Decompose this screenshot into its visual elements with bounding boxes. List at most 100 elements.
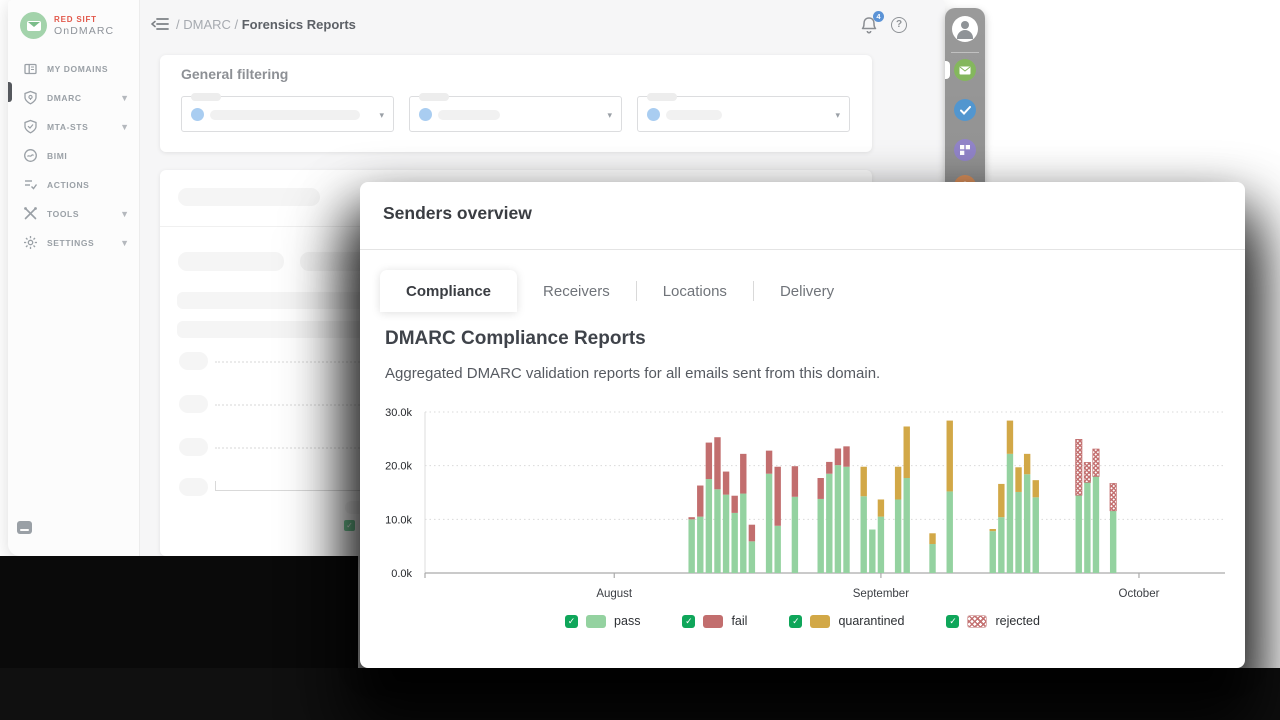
breadcrumb-prefix[interactable]: / DMARC / xyxy=(176,17,242,32)
app-icon-oninbox[interactable] xyxy=(954,99,976,121)
collapse-sidebar-icon[interactable] xyxy=(151,17,169,31)
bar-segment-quarantined[interactable] xyxy=(929,533,935,544)
bar-segment-fail[interactable] xyxy=(792,466,798,497)
whats-new-icon[interactable] xyxy=(17,521,32,534)
hidden-legend-checkbox[interactable]: ✓ xyxy=(344,520,355,531)
bar-segment-pass[interactable] xyxy=(947,491,953,573)
svg-text:0.0k: 0.0k xyxy=(391,568,412,580)
bar-segment-pass[interactable] xyxy=(817,499,823,573)
tab-delivery[interactable]: Delivery xyxy=(754,270,860,312)
bar-segment-rejected[interactable] xyxy=(1076,439,1082,495)
sidebar-item-dmarc[interactable]: DMARC▼ xyxy=(8,83,139,112)
bar-segment-pass[interactable] xyxy=(861,496,867,573)
bar-segment-pass[interactable] xyxy=(869,530,875,573)
bar-segment-pass[interactable] xyxy=(929,544,935,573)
bar-segment-fail[interactable] xyxy=(740,454,746,494)
bar-segment-fail[interactable] xyxy=(723,472,729,495)
bar-segment-pass[interactable] xyxy=(826,474,832,573)
bar-segment-fail[interactable] xyxy=(774,467,780,526)
active-app-notch xyxy=(945,61,950,79)
bar-segment-pass[interactable] xyxy=(843,467,849,573)
bar-segment-pass[interactable] xyxy=(904,478,910,573)
dmarc-icon xyxy=(23,90,38,105)
bar-segment-fail[interactable] xyxy=(714,437,720,489)
bar-segment-quarantined[interactable] xyxy=(1024,454,1030,474)
bar-segment-pass[interactable] xyxy=(731,513,737,573)
chevron-down-icon: ▾ xyxy=(835,110,840,121)
bar-segment-quarantined[interactable] xyxy=(1015,467,1021,492)
bar-segment-rejected[interactable] xyxy=(1093,449,1099,476)
bar-segment-pass[interactable] xyxy=(1076,495,1082,573)
bar-segment-pass[interactable] xyxy=(723,495,729,573)
user-avatar[interactable] xyxy=(952,16,978,42)
bar-segment-quarantined[interactable] xyxy=(861,467,867,497)
bar-segment-quarantined[interactable] xyxy=(904,426,910,478)
bar-segment-pass[interactable] xyxy=(1093,476,1099,573)
help-icon[interactable]: ? xyxy=(891,17,907,33)
bar-segment-pass[interactable] xyxy=(990,531,996,573)
bar-segment-fail[interactable] xyxy=(835,448,841,465)
bar-segment-pass[interactable] xyxy=(774,526,780,573)
legend-checkbox-quarantined[interactable]: ✓ xyxy=(789,615,802,628)
bar-segment-pass[interactable] xyxy=(714,489,720,573)
bar-segment-fail[interactable] xyxy=(843,446,849,466)
app-icon-ondmarc[interactable] xyxy=(954,59,976,81)
filter-select-2[interactable]: ▾ xyxy=(409,96,622,132)
tab-locations[interactable]: Locations xyxy=(637,270,753,312)
bar-segment-pass[interactable] xyxy=(688,519,694,573)
bar-segment-quarantined[interactable] xyxy=(1033,480,1039,497)
bar-segment-pass[interactable] xyxy=(1015,492,1021,573)
bar-segment-fail[interactable] xyxy=(817,478,823,499)
breadcrumb[interactable]: / DMARC / Forensics Reports xyxy=(176,17,356,32)
bar-segment-pass[interactable] xyxy=(766,474,772,573)
sidebar-item-label: ACTIONS xyxy=(47,180,89,190)
bar-segment-rejected[interactable] xyxy=(1110,483,1116,510)
bar-segment-quarantined[interactable] xyxy=(990,529,996,531)
bar-segment-pass[interactable] xyxy=(706,479,712,573)
filter-select-3[interactable]: ▾ xyxy=(637,96,850,132)
bar-segment-pass[interactable] xyxy=(1024,474,1030,573)
bar-segment-fail[interactable] xyxy=(697,486,703,517)
filter-select-1[interactable]: ▾ xyxy=(181,96,394,132)
bar-segment-pass[interactable] xyxy=(835,465,841,573)
bar-segment-fail[interactable] xyxy=(749,525,755,542)
app-icon-purple[interactable] xyxy=(954,139,976,161)
tab-receivers[interactable]: Receivers xyxy=(517,270,636,312)
bar-segment-fail[interactable] xyxy=(766,451,772,474)
bar-segment-pass[interactable] xyxy=(749,541,755,573)
bar-segment-quarantined[interactable] xyxy=(895,467,901,500)
bar-segment-rejected[interactable] xyxy=(1084,462,1090,482)
bar-segment-fail[interactable] xyxy=(731,496,737,513)
notifications-button[interactable]: 4 xyxy=(858,15,880,37)
app-logo[interactable]: RED SIFT OnDMARC xyxy=(20,12,114,39)
bar-segment-pass[interactable] xyxy=(878,517,884,573)
bar-segment-pass[interactable] xyxy=(1007,454,1013,573)
sidebar-item-tools[interactable]: TOOLS▼ xyxy=(8,199,139,228)
bar-segment-pass[interactable] xyxy=(740,494,746,573)
filter-avatar-dot xyxy=(419,108,432,121)
bar-segment-fail[interactable] xyxy=(688,517,694,519)
bar-segment-quarantined[interactable] xyxy=(998,484,1004,517)
sidebar-item-my-domains[interactable]: MY DOMAINS xyxy=(8,54,139,83)
legend-checkbox-rejected[interactable]: ✓ xyxy=(946,615,959,628)
sidebar-item-actions[interactable]: ACTIONS xyxy=(8,170,139,199)
bar-segment-pass[interactable] xyxy=(1110,511,1116,573)
tab-compliance[interactable]: Compliance xyxy=(380,270,517,312)
legend-checkbox-pass[interactable]: ✓ xyxy=(565,615,578,628)
legend-checkbox-fail[interactable]: ✓ xyxy=(682,615,695,628)
bar-segment-pass[interactable] xyxy=(1084,482,1090,573)
bar-segment-pass[interactable] xyxy=(697,517,703,573)
bar-segment-pass[interactable] xyxy=(895,499,901,573)
bar-segment-fail[interactable] xyxy=(706,443,712,479)
bar-segment-quarantined[interactable] xyxy=(878,499,884,516)
bar-segment-pass[interactable] xyxy=(792,497,798,573)
sidebar-item-settings[interactable]: SETTINGS▼ xyxy=(8,228,139,257)
bar-segment-quarantined[interactable] xyxy=(947,421,953,492)
bar-segment-pass[interactable] xyxy=(1033,497,1039,573)
bar-segment-pass[interactable] xyxy=(998,517,1004,573)
sidebar-item-bimi[interactable]: BIMI xyxy=(8,141,139,170)
bar-segment-quarantined[interactable] xyxy=(1007,421,1013,454)
bar-segment-fail[interactable] xyxy=(826,462,832,474)
sidebar-item-mta-sts[interactable]: MTA-STS▼ xyxy=(8,112,139,141)
actions-icon xyxy=(23,177,38,192)
